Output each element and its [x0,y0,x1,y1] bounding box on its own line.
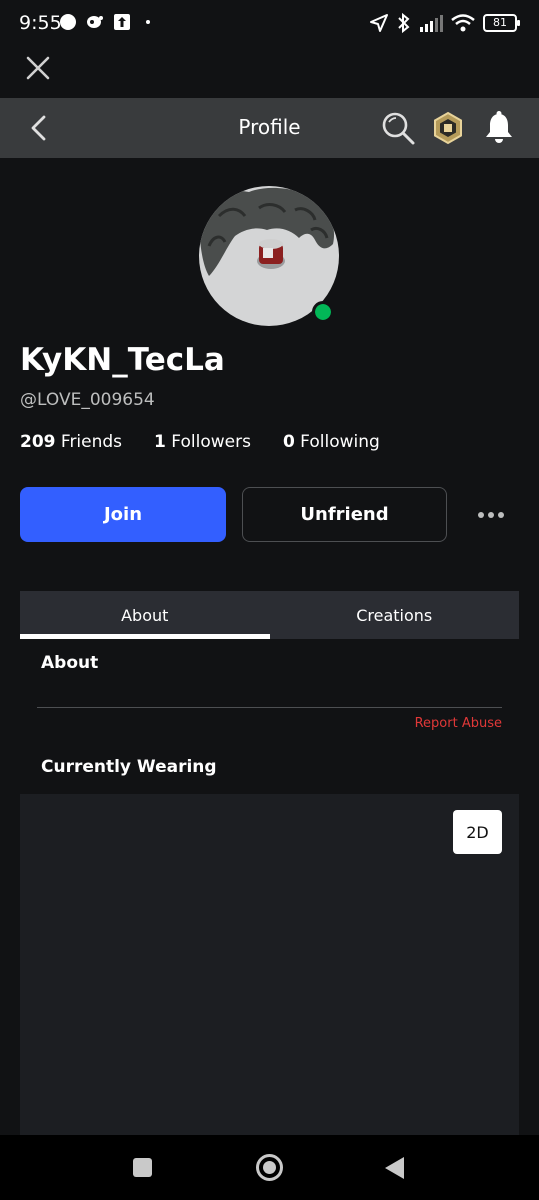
dot-icon [146,20,150,24]
following-count[interactable]: 0 Following [283,432,380,452]
top-header: Profile [0,98,539,158]
currently-wearing-heading: Currently Wearing [41,757,217,777]
profile-stats: 209 Friends 1 Followers 0 Following [20,432,412,452]
search-icon[interactable] [380,110,416,146]
followers-count[interactable]: 1 Followers [154,432,251,452]
recents-icon[interactable] [133,1158,152,1177]
battery-icon: 81 [483,14,520,32]
friends-count[interactable]: 209 Friends [20,432,122,452]
online-status-indicator [312,301,334,323]
unfriend-button[interactable]: Unfriend [242,487,447,542]
username: @LOVE_009654 [20,390,155,410]
upload-icon [114,14,130,30]
divider [37,707,502,708]
avatar-preview-panel[interactable]: 2D [20,794,519,1135]
status-system-icons: 81 [369,12,520,34]
profile-tabs: About Creations [20,591,519,639]
toggle-2d-button[interactable]: 2D [453,810,502,854]
tab-about[interactable]: About [20,591,270,639]
notification-bell-icon[interactable] [483,110,515,146]
status-bar: 9:55 81 [0,0,539,48]
system-nav-bar [0,1135,539,1200]
join-button[interactable]: Join [20,487,226,542]
home-icon[interactable] [256,1154,283,1181]
wifi-icon [451,14,475,32]
status-notification-icons [60,14,150,30]
signal-icon [420,15,443,32]
nav-back-icon[interactable] [385,1157,404,1179]
close-icon[interactable] [24,54,52,82]
location-icon [370,14,388,32]
tab-creations[interactable]: Creations [270,591,520,639]
messenger-icon [87,16,103,28]
robux-icon[interactable] [431,111,465,145]
status-time: 9:55 [19,12,62,34]
bluetooth-icon [398,12,410,34]
more-options-icon[interactable] [472,500,510,530]
report-abuse-link[interactable]: Report Abuse [415,716,502,731]
about-heading: About [41,653,99,673]
circle-notification-icon [60,14,76,30]
display-name: KyKN_TecLa [20,342,225,378]
